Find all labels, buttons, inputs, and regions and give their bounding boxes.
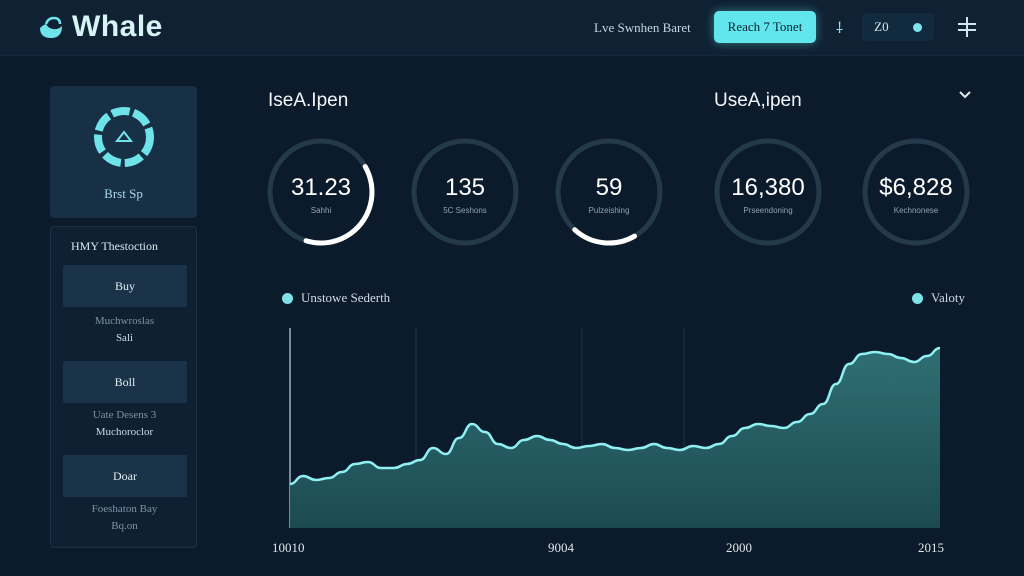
stat-ring: 59 Pulzeishing bbox=[553, 136, 665, 248]
x-tick-label: 2000 bbox=[726, 540, 752, 555]
stat-ring: $6,828 Kechnonese bbox=[860, 136, 972, 248]
buy-sub-2: Sali bbox=[115, 332, 134, 344]
header-pill[interactable]: Z0 bbox=[862, 13, 934, 41]
right-section-title: UseA,ipen bbox=[714, 90, 802, 111]
top-header: Whale Lve Swnhen Baret Reach 7 Tonet ⸸ Z… bbox=[0, 0, 1024, 56]
stat-label: Sahhi bbox=[310, 206, 332, 215]
profile-card[interactable]: Brst Sp bbox=[50, 86, 197, 218]
logo[interactable]: Whale bbox=[36, 10, 163, 44]
stat-value: $6,828 bbox=[879, 174, 953, 201]
door-sub-1: Foeshaton Bay bbox=[91, 503, 158, 515]
left-section-title: IseA.Ipen bbox=[268, 90, 349, 111]
area-chart[interactable] bbox=[260, 320, 960, 540]
stat-value: 31.23 bbox=[290, 174, 352, 201]
stat-label: 5C Seshons bbox=[443, 206, 487, 215]
sell-sub-2: Muchoroclor bbox=[95, 426, 154, 438]
x-tick-label: 10010 bbox=[272, 540, 305, 555]
legend-item-left[interactable]: Unstowe Sederth bbox=[282, 290, 390, 306]
stat-value: 16,380 bbox=[731, 174, 805, 201]
sidebar: Brst Sp HMY Thestoction Buy Muchwroslas … bbox=[50, 86, 197, 548]
sell-sub-1: Uate Desens 3 bbox=[92, 409, 157, 421]
stat-label: Kechnonese bbox=[893, 206, 939, 215]
stat-ring: 135 5C Seshons bbox=[409, 136, 521, 248]
x-tick-label: 2015 bbox=[918, 540, 944, 555]
buy-sub-1: Muchwroslas bbox=[94, 315, 155, 327]
stat-ring: 16,380 Prseendoning bbox=[712, 136, 824, 248]
dashboard-app: Whale Lve Swnhen Baret Reach 7 Tonet ⸸ Z… bbox=[0, 0, 1024, 576]
door-button[interactable]: Doar bbox=[63, 455, 187, 497]
x-tick-label: 9004 bbox=[548, 540, 574, 555]
chevron-down-icon[interactable] bbox=[958, 88, 972, 102]
stat-label: Prseendoning bbox=[743, 206, 793, 215]
cta-button[interactable]: Reach 7 Tonet bbox=[714, 11, 816, 43]
buy-button[interactable]: Buy bbox=[63, 265, 187, 307]
plus-icon[interactable]: ⸸ bbox=[836, 18, 843, 38]
sell-button[interactable]: Boll bbox=[63, 361, 187, 403]
stat-ring: 31.23 Sahhi bbox=[265, 136, 377, 248]
legend-label: Unstowe Sederth bbox=[301, 290, 391, 305]
transaction-panel: HMY Thestoction Buy Muchwroslas Sali Bol… bbox=[50, 226, 197, 548]
logo-text: Whale bbox=[72, 10, 163, 43]
legend-item-right[interactable]: Valoty bbox=[912, 290, 965, 306]
whale-logo-icon bbox=[40, 16, 62, 38]
legend-dot-icon bbox=[912, 292, 923, 304]
header-link[interactable]: Lve Swnhen Baret bbox=[594, 20, 691, 36]
stat-value: 59 bbox=[595, 174, 623, 201]
profile-ring-icon bbox=[94, 107, 154, 167]
crosshair-icon[interactable] bbox=[956, 16, 978, 38]
transaction-title: HMY Thestoction bbox=[71, 239, 158, 253]
status-dot-icon bbox=[912, 22, 922, 32]
legend-label: Valoty bbox=[931, 290, 965, 305]
door-sub-2: Bq.on bbox=[111, 520, 138, 532]
legend-dot-icon bbox=[282, 292, 293, 304]
profile-label: Brst Sp bbox=[104, 186, 143, 201]
stat-label: Pulzeishing bbox=[588, 206, 630, 215]
header-pill-value: Z0 bbox=[874, 19, 889, 34]
stat-value: 135 bbox=[444, 174, 486, 201]
